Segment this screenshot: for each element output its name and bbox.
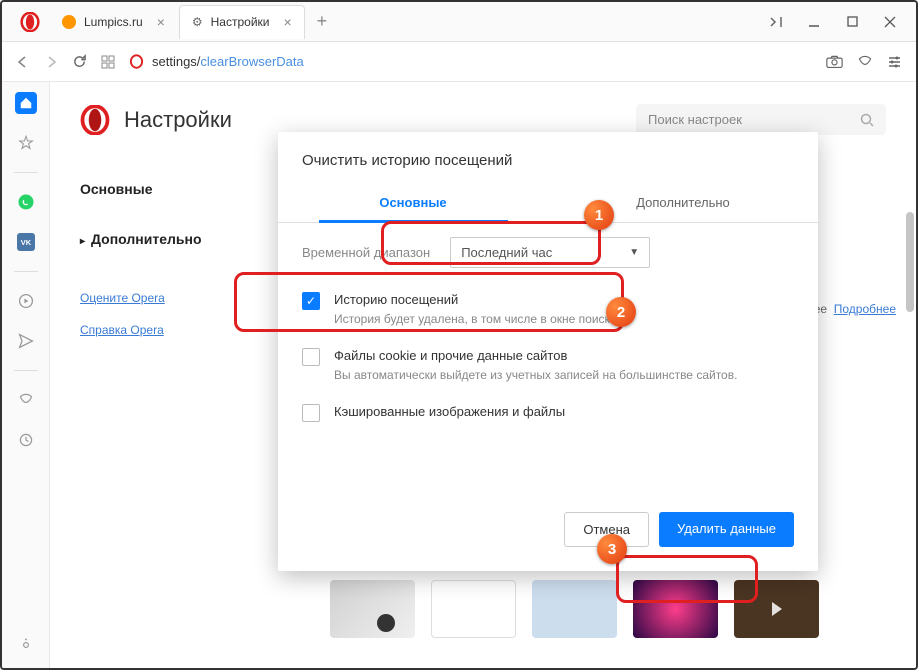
tile[interactable] (431, 580, 516, 638)
dialog-tabs: Основные Дополнительно (278, 185, 818, 223)
svg-text:VK: VK (20, 238, 31, 247)
close-icon[interactable]: × (283, 14, 291, 30)
bookmark-button[interactable] (857, 54, 873, 70)
sidebar-whatsapp-icon[interactable] (15, 191, 37, 213)
option-cache[interactable]: Кэшированные изображения и файлы (278, 394, 818, 432)
scrollbar[interactable] (906, 212, 914, 312)
link-rate-opera[interactable]: Оцените Opera (70, 285, 220, 311)
opera-logo-icon (80, 105, 110, 135)
url-prefix: settings/ (152, 54, 200, 69)
badge-3: 3 (597, 534, 627, 564)
settings-nav: Основные Дополнительно Оцените Opera Спр… (70, 153, 220, 343)
dialog-tab-basic[interactable]: Основные (278, 185, 548, 223)
sidebar-bookmarks-icon[interactable] (15, 132, 37, 154)
checkbox[interactable]: ✓ (302, 292, 320, 310)
chevron-down-icon: ▼ (629, 247, 639, 258)
sidebar-home-icon[interactable] (15, 92, 37, 114)
address-bar: settings/clearBrowserData (2, 42, 916, 82)
tab-lumpics[interactable]: Lumpics.ru × (50, 5, 177, 39)
url-path: clearBrowserData (200, 54, 303, 69)
maximize-button[interactable] (834, 4, 870, 40)
speed-dial-tiles (330, 580, 896, 638)
tab-strip: Lumpics.ru × ⚙ Настройки × + (50, 2, 758, 41)
clear-data-dialog: Очистить историю посещений Основные Допо… (278, 132, 818, 571)
time-range-dropdown[interactable]: Последний час ▼ (450, 237, 650, 268)
tile[interactable] (532, 580, 617, 638)
tab-title: Lumpics.ru (84, 15, 143, 29)
snapshot-button[interactable] (826, 54, 843, 69)
nav-advanced[interactable]: Дополнительно (70, 223, 220, 255)
sidebar: VK (2, 82, 50, 668)
checkbox[interactable] (302, 348, 320, 366)
main: VK Настройки Поиск настроек Основные (2, 82, 916, 668)
option-title: Кэшированные изображения и файлы (334, 404, 565, 419)
settings-search-input[interactable]: Поиск настроек (636, 104, 886, 135)
tile[interactable] (330, 580, 415, 638)
link-help-opera[interactable]: Справка Opera (70, 317, 220, 343)
option-browsing-history[interactable]: ✓ Историю посещений История будет удален… (278, 282, 818, 338)
nav-basic[interactable]: Основные (70, 173, 220, 205)
close-button[interactable] (872, 4, 908, 40)
sidebar-separator (14, 271, 38, 272)
minimize-button[interactable] (796, 4, 832, 40)
favicon-icon (62, 15, 76, 29)
sidebar-player-icon[interactable] (15, 290, 37, 312)
tile[interactable] (633, 580, 718, 638)
dropdown-value: Последний час (461, 245, 552, 260)
badge-1: 1 (584, 200, 614, 230)
dialog-actions: Отмена Удалить данные (278, 432, 818, 555)
speed-dial-button[interactable] (101, 55, 115, 69)
easy-setup-button[interactable] (887, 54, 902, 69)
reload-button[interactable] (72, 54, 87, 69)
search-icon (860, 113, 874, 127)
time-range-row: Временной диапазон Последний час ▼ (278, 223, 818, 282)
sidebar-separator (14, 172, 38, 173)
option-title: Файлы cookie и прочие данные сайтов (334, 348, 737, 363)
search-placeholder: Поиск настроек (648, 112, 742, 127)
sidebar-separator (14, 370, 38, 371)
window-controls (758, 4, 908, 40)
delete-data-button[interactable]: Удалить данные (659, 512, 794, 547)
gear-icon: ⚙ (192, 15, 203, 29)
tab-title: Настройки (211, 15, 270, 29)
sidebar-settings-icon[interactable] (15, 634, 37, 656)
banner-more-link[interactable]: Подробнее (834, 302, 896, 316)
settings-page: Настройки Поиск настроек Основные Дополн… (50, 82, 916, 668)
url-field[interactable]: settings/clearBrowserData (129, 54, 812, 69)
dialog-title: Очистить историю посещений (278, 132, 818, 185)
opera-logo-icon (20, 12, 40, 32)
opera-badge-icon (129, 54, 144, 69)
collapse-sidebar-button[interactable] (758, 4, 794, 40)
close-icon[interactable]: × (157, 14, 165, 30)
page-title: Настройки (124, 107, 232, 133)
sidebar-history-icon[interactable] (15, 429, 37, 451)
badge-2: 2 (606, 297, 636, 327)
sidebar-messenger-icon[interactable] (15, 330, 37, 352)
forward-button[interactable] (44, 55, 58, 69)
sidebar-vk-icon[interactable]: VK (15, 231, 37, 253)
option-desc: История будет удалена, в том числе в окн… (334, 312, 617, 326)
option-desc: Вы автоматически выйдете из учетных запи… (334, 368, 737, 382)
checkbox[interactable] (302, 404, 320, 422)
tab-settings[interactable]: ⚙ Настройки × (179, 5, 305, 39)
option-cookies[interactable]: Файлы cookie и прочие данные сайтов Вы а… (278, 338, 818, 394)
opera-window: Lumpics.ru × ⚙ Настройки × + settings/cl… (0, 0, 918, 670)
sidebar-pinboards-icon[interactable] (15, 389, 37, 411)
new-tab-button[interactable]: + (307, 11, 338, 32)
tile[interactable] (734, 580, 819, 638)
titlebar: Lumpics.ru × ⚙ Настройки × + (2, 2, 916, 42)
back-button[interactable] (16, 55, 30, 69)
time-range-label: Временной диапазон (302, 245, 430, 260)
option-title: Историю посещений (334, 292, 617, 307)
